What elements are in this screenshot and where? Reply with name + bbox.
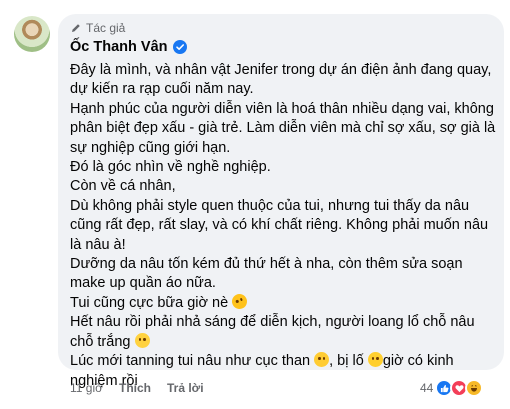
comment-line: Hết nâu rồi phải nhả sáng để diễn kịch, … xyxy=(70,314,475,331)
comment-line: dự kiến ra rạp cuối năm nay. xyxy=(70,81,254,98)
comment-text: Đây là mình, và nhân vật Jenifer trong d… xyxy=(70,61,496,391)
reply-button[interactable]: Trả lời xyxy=(167,381,204,395)
comment-line: Đây là mình, và nhân vật Jenifer trong d… xyxy=(70,62,492,78)
author-badge-label: Tác giả xyxy=(86,21,126,35)
comment-line: cũng rất đẹp, rất slay, và có khí chất r… xyxy=(70,217,489,234)
pen-icon xyxy=(72,24,80,32)
tongue-emoji xyxy=(367,352,383,368)
author-name[interactable]: Ốc Thanh Vân xyxy=(70,39,168,55)
reaction-summary[interactable]: 44 xyxy=(420,379,484,397)
comment-line: Còn về cá nhân, xyxy=(70,178,176,195)
comment-line-text: chỗ trắng xyxy=(70,333,131,350)
author-badge: Tác giả xyxy=(70,21,125,35)
comment-line: chỗ trắng xyxy=(70,332,490,352)
author-avatar[interactable] xyxy=(14,16,50,52)
comment-line: Hạnh phúc của người diễn viên là hoá thâ… xyxy=(70,100,494,117)
comment-line: Dưỡng da nâu tốn kém đủ thứ hết à nha, c… xyxy=(70,256,463,273)
sweat-smile-emoji xyxy=(134,332,150,348)
comment-line: Đó là góc nhìn về nghề nghiệp. xyxy=(70,159,271,176)
rofl-emoji xyxy=(229,291,250,312)
comment-line-text: , bị lố xyxy=(329,353,364,370)
comment-line: là nâu à! xyxy=(70,236,126,253)
comment-line: Tui cũng cực bữa giờ nè xyxy=(70,291,490,313)
comment-line-text: Tui cũng cực bữa giờ nè xyxy=(70,294,229,311)
comment-line-text: Lúc mới tanning tui nâu như cục than xyxy=(70,353,311,370)
comment-actions: 11 giờ Thích Trả lời xyxy=(70,381,204,395)
comment-line: make up quần áo nữa. xyxy=(70,275,216,292)
reaction-count: 44 xyxy=(420,381,434,395)
comment-line: phân biệt đẹp xấu - già trẻ. Làm diễn vi… xyxy=(70,120,496,137)
like-button[interactable]: Thích xyxy=(119,381,151,395)
comment-line: sự nghiệp cũng giới hạn. xyxy=(70,139,231,156)
comment-line: Lúc mới tanning tui nâu như cục than , b… xyxy=(70,352,490,371)
author-name-row: Ốc Thanh Vân xyxy=(70,39,187,55)
comment-line-text: giờ có kinh xyxy=(382,353,454,370)
verified-badge-icon xyxy=(172,40,187,54)
cold-sweat-emoji xyxy=(314,352,330,368)
haha-reaction-icon xyxy=(465,379,484,397)
comment-line: Dù không phải style quen thuộc của tui, … xyxy=(70,197,470,214)
comment-timestamp[interactable]: 11 giờ xyxy=(70,381,103,395)
